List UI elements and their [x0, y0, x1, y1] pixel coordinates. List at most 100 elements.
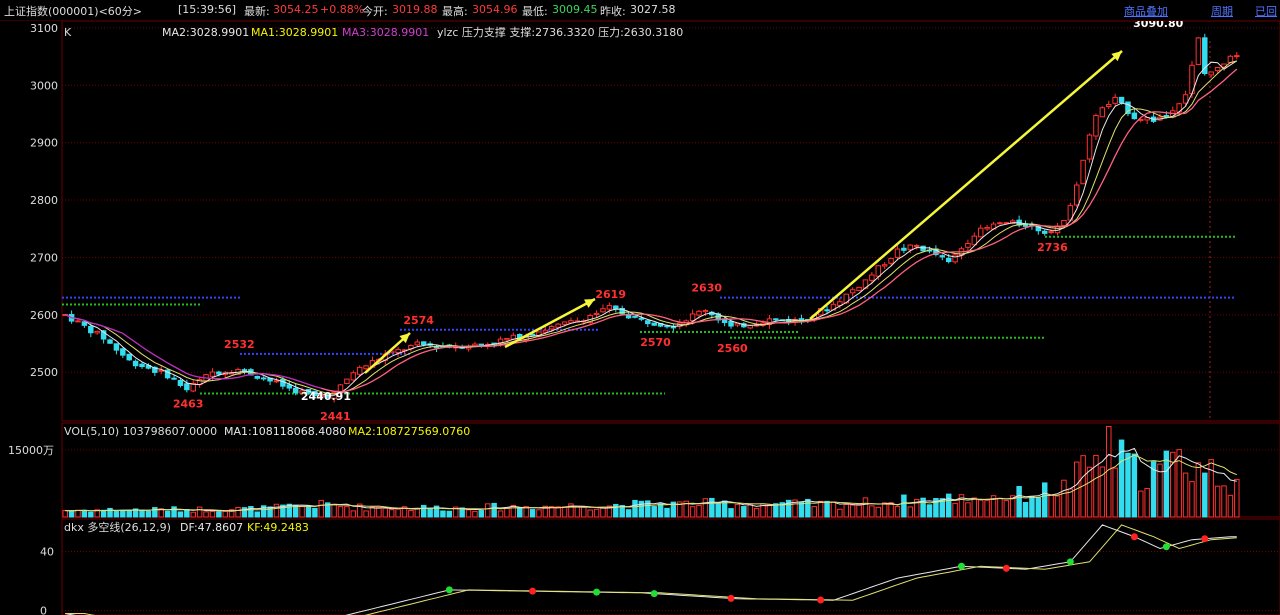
candle-body — [1234, 55, 1240, 58]
candle-body — [209, 371, 216, 377]
vol-ma2: MA2:108727569.0760 — [348, 425, 470, 438]
dkx-lines — [65, 524, 1237, 615]
candle-body — [420, 341, 427, 346]
ma3-value: MA3:3028.9901 — [342, 26, 429, 39]
volume-bar — [1131, 453, 1138, 518]
extra-link[interactable]: 已回 — [1255, 3, 1277, 19]
stock-chart[interactable]: 3100 3000 2900 2800 2700 2600 2500 15000万 40 0 24… — [0, 21, 1280, 615]
volume-bar — [139, 509, 145, 518]
candle-body — [107, 339, 113, 344]
candle-body — [702, 310, 709, 313]
change-percent: +0.88% — [320, 3, 365, 16]
candle-body — [945, 257, 952, 263]
dkx-buy-marker — [1162, 543, 1170, 551]
volume-bar — [747, 503, 753, 518]
main-y-tick-3: 2800 — [30, 194, 58, 207]
price-annotation-2: 2440.91 — [301, 390, 351, 403]
price-annotation-5: 2619 — [595, 288, 626, 301]
candle-body — [273, 380, 280, 383]
volume-bar — [81, 509, 88, 518]
candle-body — [997, 222, 1003, 225]
candle-body — [478, 343, 485, 346]
price-annotation-8: 2560 — [717, 342, 748, 355]
volume-bar — [529, 509, 536, 518]
volume-bar — [62, 510, 68, 518]
volume-bar — [369, 506, 376, 518]
candle-body — [177, 380, 184, 386]
volume-bar — [894, 505, 901, 518]
volume-bar — [1189, 481, 1195, 518]
candle-body — [88, 325, 94, 334]
dkx-buy-marker — [593, 588, 601, 596]
volume-bar — [68, 510, 75, 518]
volume-bar — [1176, 449, 1182, 518]
dkx-sell-marker — [727, 594, 735, 602]
arrow-shaft — [504, 297, 596, 349]
volume-bar — [696, 504, 702, 518]
volume-bar — [907, 506, 914, 518]
overlay-link[interactable]: 商品叠加 — [1124, 3, 1168, 19]
volume-bar — [561, 506, 568, 518]
dkx-df: DF:47.8607 — [180, 521, 243, 534]
volume-bar — [715, 502, 721, 518]
main-y-tick-1: 3000 — [30, 79, 58, 92]
candle-body — [561, 321, 568, 325]
volume-bar — [651, 506, 657, 518]
candle-body — [1182, 94, 1189, 104]
volume-bar — [100, 509, 107, 518]
volume-bar — [209, 510, 216, 518]
volume-bar — [1138, 490, 1144, 518]
candle-body — [869, 274, 875, 281]
dkx-buy-marker — [958, 562, 966, 570]
volume-bar — [504, 507, 510, 518]
candle-body — [504, 338, 510, 341]
dkx-sell-marker — [1201, 535, 1209, 543]
volume-bar — [709, 497, 715, 518]
volume-bar — [843, 504, 850, 518]
volume-bar — [382, 507, 389, 518]
candle-body — [555, 323, 561, 328]
volume-bar — [152, 507, 158, 518]
volume-bar — [196, 506, 203, 518]
candle-body — [849, 289, 856, 294]
candle-body — [414, 341, 421, 346]
candle-body — [888, 257, 894, 264]
candle-body — [1080, 159, 1086, 185]
volume-ma-yellow — [65, 454, 1237, 512]
candle-body — [350, 372, 357, 381]
dkx-sell-marker — [817, 596, 825, 604]
volume-bar — [689, 506, 696, 518]
candle-body — [1048, 231, 1054, 234]
volume-bar — [1221, 485, 1227, 518]
candle-body — [952, 254, 958, 263]
ma2-value: MA2:3028.9901 — [162, 26, 249, 39]
candle-body — [184, 383, 190, 391]
volume-bar — [600, 506, 606, 518]
volume-bar — [427, 508, 433, 518]
volume-bar — [721, 500, 728, 518]
volume-bar — [420, 504, 427, 518]
volume-bar — [414, 508, 421, 518]
volume-bar — [625, 509, 632, 518]
quote-header: 上证指数(000001)<60分> [15:39:56] 最新: 3054.25… — [0, 0, 1280, 21]
candle-body — [913, 245, 920, 248]
volume-bar — [805, 498, 811, 518]
volume-bar — [299, 506, 305, 518]
volume-bar — [1035, 497, 1042, 518]
candle-body — [1093, 115, 1099, 137]
volume-bar — [184, 509, 190, 518]
volume-bar — [177, 511, 184, 518]
candle-body — [965, 242, 971, 248]
candle-body — [939, 255, 946, 258]
candle-body — [593, 312, 600, 316]
high-label: 最高: — [442, 5, 468, 18]
volume-bar — [1227, 494, 1234, 518]
candle-body — [280, 378, 286, 387]
candle-body — [1112, 96, 1118, 104]
volume-bar — [395, 508, 401, 518]
volume-bar — [984, 499, 990, 518]
price-annotation-1: 2532 — [224, 338, 255, 351]
candle-body — [260, 377, 267, 380]
period-link[interactable]: 周期 — [1211, 3, 1233, 19]
volume-bar — [1054, 495, 1061, 518]
